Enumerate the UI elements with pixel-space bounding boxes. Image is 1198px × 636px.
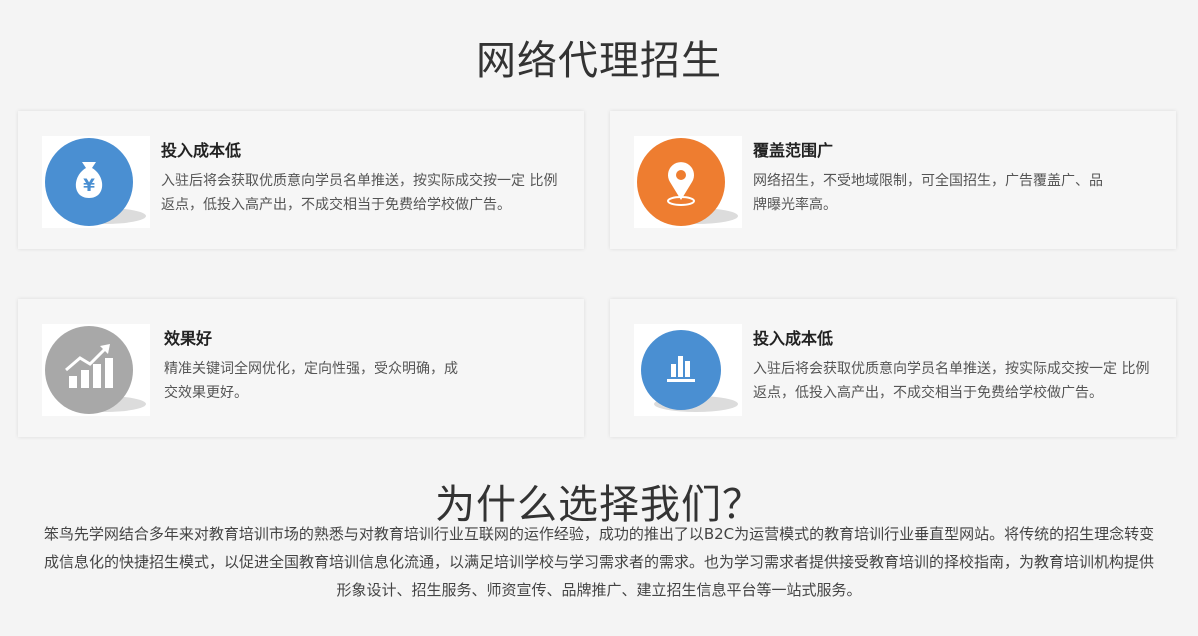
why-us-description: 笨鸟先学网结合多年来对教育培训市场的熟悉与对教育培训行业互联网的运作经验，成功的… [43,525,1155,599]
card-description: 入驻后将会获取优质意向学员名单推送，按实际成交按一定 比例返点，低投入高产出，不… [161,173,558,213]
card-description: 精准关键词全网优化，定向性强，受众明确，成交效果更好。 [164,361,458,401]
bar-chart-icon [634,324,742,416]
card-description: 入驻后将会获取优质意向学员名单推送，按实际成交按一定 比例返点，低投入高产出，不… [753,361,1150,401]
card-title: 投入成本低 [753,329,834,348]
card-title: 投入成本低 [161,141,242,160]
money-bag-icon: ¥ [42,136,150,228]
card-description: 网络招生，不受地域限制，可全国招生，广告覆盖广、品牌曝光率高。 [753,173,1103,213]
feature-card-good-results: 效果好 精准关键词全网优化，定向性强，受众明确，成交效果更好。 [18,299,584,437]
feature-card-low-cost: ¥ 投入成本低 入驻后将会获取优质意向学员名单推送，按实际成交按一定 比例返点，… [18,111,584,249]
feature-card-low-cost-2: 投入成本低 入驻后将会获取优质意向学员名单推送，按实际成交按一定 比例返点，低投… [610,299,1176,437]
card-title: 效果好 [164,329,213,348]
location-pin-icon [634,136,742,228]
feature-card-wide-coverage: 覆盖范围广 网络招生，不受地域限制，可全国招生，广告覆盖广、品牌曝光率高。 [610,111,1176,249]
card-title: 覆盖范围广 [753,141,834,160]
growth-chart-icon [42,324,150,416]
svg-text:¥: ¥ [83,176,95,196]
section-title: 网络代理招生 [476,38,722,84]
